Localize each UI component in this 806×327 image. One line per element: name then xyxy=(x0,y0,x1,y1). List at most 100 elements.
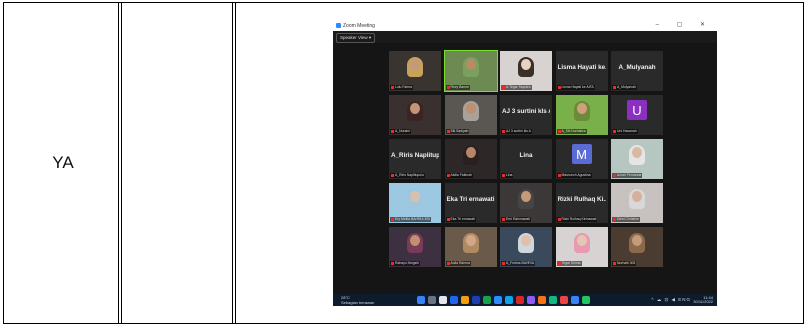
participant-tile[interactable]: Lisma Hayati ke... Lisma Hayati ke AIFA xyxy=(555,51,608,91)
participant-tile[interactable]: AJ 3 surtini kls A AJ 3 surtini kls A xyxy=(500,95,552,135)
participant-tile[interactable]: Rahayu Ningsih xyxy=(389,227,441,267)
participant-video xyxy=(404,99,426,126)
window-controls[interactable]: – ▢ ✕ xyxy=(656,21,713,28)
participant-face xyxy=(632,235,642,246)
participant-face xyxy=(410,103,420,114)
participant-tile[interactable]: Tegar Shinta xyxy=(555,227,608,267)
participant-video xyxy=(571,231,593,258)
participant-display-name: Rizki Rulhaq Ki... xyxy=(557,196,606,203)
participant-tile[interactable]: Rizki Rulhaq Ki... Rizki Rulhaq Kirmawati xyxy=(555,183,608,223)
participant-video xyxy=(626,187,648,214)
muted-mic-icon xyxy=(391,85,394,89)
table-border-left xyxy=(3,2,4,324)
muted-mic-icon xyxy=(446,173,450,177)
taskbar-app-icon[interactable] xyxy=(527,296,535,304)
participant-face xyxy=(410,235,420,246)
participant-video xyxy=(515,231,537,258)
column-divider-2a xyxy=(232,2,233,324)
participant-tile[interactable]: Ery Melita BAHRIA 305 xyxy=(389,183,441,223)
taskbar-app-icon[interactable] xyxy=(472,296,480,304)
taskbar-app-icon[interactable] xyxy=(538,296,546,304)
taskbar-app-icon[interactable] xyxy=(560,296,568,304)
participant-tile[interactable]: U Uni Hasanah xyxy=(611,95,663,135)
participant-face xyxy=(576,103,587,114)
participant-display-name: Eka Tri ernawati xyxy=(446,196,495,203)
participant-tile[interactable]: Lina Lina xyxy=(500,139,552,179)
participant-tile[interactable]: A.Tegar Saputra xyxy=(500,51,552,91)
table-border-right xyxy=(803,2,804,324)
participant-name-label: Siti Sadiyah xyxy=(445,129,470,134)
participant-video xyxy=(460,99,482,126)
taskbar-app-icon[interactable] xyxy=(494,296,502,304)
participant-tile[interactable]: A_Riris Naplitup... A_Riris Naplitupulu xyxy=(389,139,441,179)
taskbar-app-icon[interactable] xyxy=(417,296,425,304)
column-divider-1b xyxy=(121,2,122,324)
muted-mic-icon xyxy=(502,261,505,265)
participant-name-label: A_Riris Naplitupulu xyxy=(390,173,425,178)
participant-tile[interactable]: Nurhaiti 305 xyxy=(611,227,663,267)
taskbar-app-icon[interactable] xyxy=(483,296,491,304)
participant-tile[interactable]: Lulu Fatma xyxy=(389,51,441,91)
muted-mic-icon xyxy=(502,217,505,221)
participant-tile[interactable]: Erni Rahmawati xyxy=(500,183,552,223)
participant-face xyxy=(521,191,531,202)
taskbar-app-icon[interactable] xyxy=(428,296,436,304)
participant-face xyxy=(576,235,587,246)
taskbar-app-icon[interactable] xyxy=(516,296,524,304)
muted-mic-icon xyxy=(446,217,450,221)
participant-name-label: Nurhaiti 305 xyxy=(612,261,637,266)
participant-name-label: Aulia Rahma xyxy=(445,261,471,266)
participant-tile[interactable]: Dewi Christine xyxy=(611,183,663,223)
participant-tile[interactable]: Azrah Fernanda xyxy=(611,139,663,179)
participant-name-label: Rahayu Ningsih xyxy=(390,261,420,266)
muted-mic-icon xyxy=(557,85,561,89)
participant-tile[interactable]: M Masnuroh Agustina xyxy=(555,139,608,179)
muted-mic-icon xyxy=(557,173,561,177)
participant-tile[interactable]: Eka Tri ernawati Eka Tri ernawati xyxy=(444,183,497,223)
system-tray-icons[interactable]: ^ ☁ ⊡ ◀ ENG xyxy=(651,297,691,303)
document-table: YA Zoom Meeting – ▢ ✕ Speaker View ▾ Lul… xyxy=(0,0,806,327)
taskbar-app-icon[interactable] xyxy=(439,296,447,304)
muted-mic-icon xyxy=(557,217,561,221)
participant-display-name: A_Mulyanah xyxy=(618,64,656,71)
speaker-view-button[interactable]: Speaker View ▾ xyxy=(336,33,376,43)
taskbar-app-icon[interactable] xyxy=(549,296,557,304)
windows-taskbar: 28°C Sebagian berawan ^ ☁ ⊡ ◀ ENG 11:44 … xyxy=(333,294,717,306)
participant-video xyxy=(515,55,537,82)
taskbar-apps xyxy=(417,296,590,304)
muted-mic-icon xyxy=(391,173,394,177)
participant-tile[interactable]: A_Mulyanah A_Mulyanah xyxy=(611,51,663,91)
participant-tile[interactable]: Siti Sadiyah xyxy=(444,95,497,135)
taskbar-app-icon[interactable] xyxy=(450,296,458,304)
participant-video xyxy=(515,187,537,214)
muted-mic-icon xyxy=(502,85,505,89)
participant-name-label: AJ 3 surtini kls A xyxy=(501,129,532,134)
weather-widget[interactable]: 28°C Sebagian berawan xyxy=(341,295,374,305)
participant-tile[interactable]: A_Fedina BAHRIA xyxy=(500,227,552,267)
participant-tile[interactable]: Aldila Fatimah xyxy=(444,139,497,179)
participant-face xyxy=(465,103,476,114)
answer-cell: YA xyxy=(52,153,74,172)
muted-mic-icon xyxy=(391,261,394,265)
participant-video xyxy=(404,55,426,82)
muted-mic-icon xyxy=(613,129,616,133)
taskbar-app-icon[interactable] xyxy=(582,296,590,304)
muted-mic-icon xyxy=(613,85,616,89)
taskbar-app-icon[interactable] xyxy=(461,296,469,304)
participant-tile[interactable]: Rezy Banne xyxy=(443,50,498,92)
participant-display-name: Lina xyxy=(519,152,533,159)
taskbar-app-icon[interactable] xyxy=(571,296,579,304)
table-border-bottom xyxy=(3,323,804,324)
participant-video xyxy=(460,143,482,170)
taskbar-app-icon[interactable] xyxy=(505,296,513,304)
participant-name-label: Lisma Hayati ke AIFA xyxy=(556,85,595,90)
participant-tile[interactable]: A_Nuraini xyxy=(389,95,441,135)
participant-name-label: Azrah Fernanda xyxy=(612,173,643,178)
muted-mic-icon xyxy=(502,129,505,133)
participant-tile[interactable]: A_Siti Nurhaliza xyxy=(555,95,608,135)
zoom-meeting-screenshot: Zoom Meeting – ▢ ✕ Speaker View ▾ Lulu F… xyxy=(333,20,717,306)
participant-tile[interactable]: Aulia Rahma xyxy=(444,227,497,267)
participant-name-label: A_Nuraini xyxy=(390,129,411,134)
participant-video xyxy=(460,55,482,82)
taskbar-clock[interactable]: 11:44 30/11/2022 xyxy=(693,296,713,304)
